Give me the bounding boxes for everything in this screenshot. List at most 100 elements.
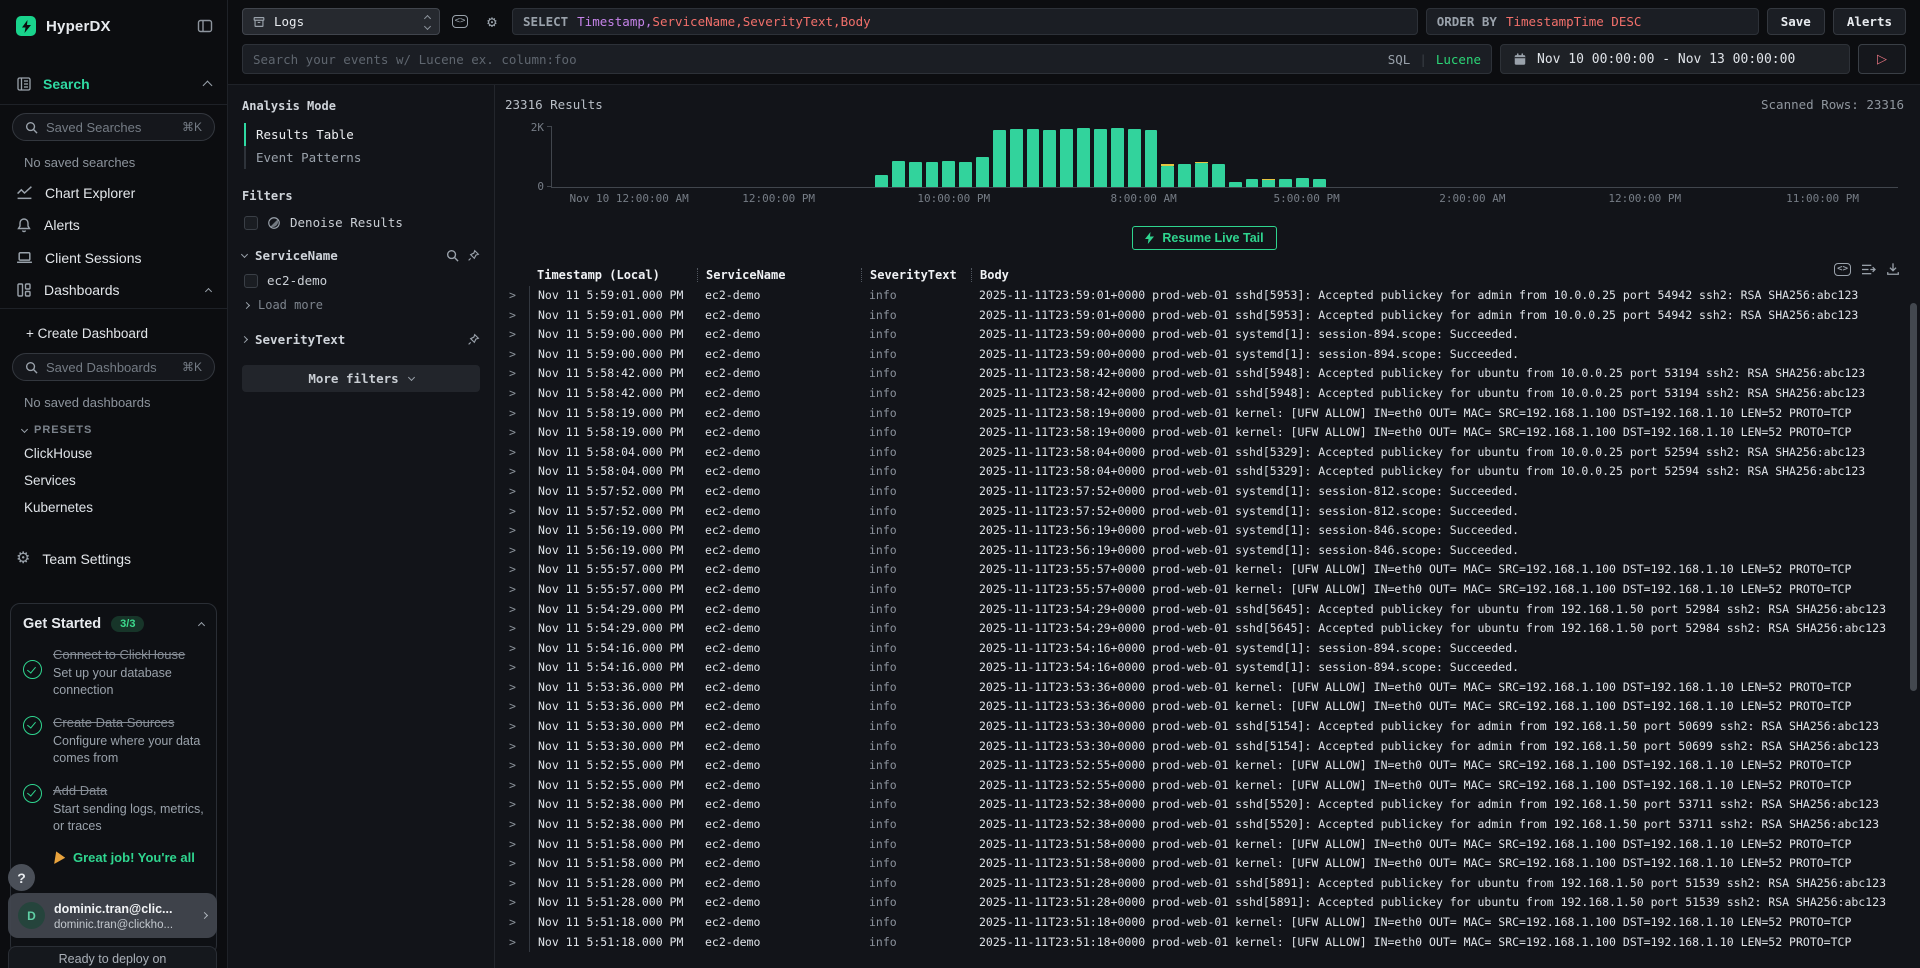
table-row[interactable]: >Nov 11 5:56:19.000 PMec2-demoinfo2025-1… <box>503 521 1906 541</box>
row-expand-icon[interactable]: > <box>503 364 529 384</box>
chart-bar[interactable] <box>1279 179 1292 187</box>
row-expand-icon[interactable]: > <box>503 286 529 306</box>
table-row[interactable]: >Nov 11 5:58:04.000 PMec2-demoinfo2025-1… <box>503 443 1906 463</box>
chart-bar[interactable] <box>1246 179 1259 187</box>
download-icon[interactable] <box>1886 262 1900 276</box>
row-expand-icon[interactable]: > <box>503 541 529 561</box>
sidebar-item-team-settings[interactable]: ⚙ Team Settings <box>0 543 227 575</box>
sidebar-item-chart-explorer[interactable]: Chart Explorer <box>0 176 227 209</box>
row-expand-icon[interactable]: > <box>503 717 529 737</box>
table-row[interactable]: >Nov 11 5:51:28.000 PMec2-demoinfo2025-1… <box>503 893 1906 913</box>
table-row[interactable]: >Nov 11 5:59:01.000 PMec2-demoinfo2025-1… <box>503 306 1906 326</box>
chart-bar[interactable] <box>1027 129 1040 187</box>
row-expand-icon[interactable]: > <box>503 658 529 678</box>
table-row[interactable]: >Nov 11 5:54:29.000 PMec2-demoinfo2025-1… <box>503 619 1906 639</box>
row-expand-icon[interactable]: > <box>503 423 529 443</box>
orderby-input[interactable]: ORDER BY TimestampTime DESC <box>1426 8 1759 35</box>
sidebar-item-alerts[interactable]: Alerts <box>0 209 227 241</box>
sidebar-item-services[interactable]: Services <box>0 467 227 494</box>
table-row[interactable]: >Nov 11 5:54:16.000 PMec2-demoinfo2025-1… <box>503 639 1906 659</box>
chart-bar[interactable] <box>976 157 989 188</box>
chart-bar[interactable] <box>1077 128 1090 187</box>
table-row[interactable]: >Nov 11 5:58:19.000 PMec2-demoinfo2025-1… <box>503 423 1906 443</box>
row-expand-icon[interactable]: > <box>503 404 529 424</box>
row-expand-icon[interactable]: > <box>503 913 529 933</box>
date-range-picker[interactable]: Nov 10 00:00:00 - Nov 13 00:00:00 <box>1500 44 1850 74</box>
chart-bar[interactable] <box>1313 179 1326 187</box>
table-row[interactable]: >Nov 11 5:57:52.000 PMec2-demoinfo2025-1… <box>503 502 1906 522</box>
column-header-servicename[interactable]: ServiceName <box>697 268 861 282</box>
search-input[interactable] <box>253 52 1380 67</box>
chart-bar[interactable] <box>1010 129 1023 187</box>
chart-bar[interactable] <box>892 161 905 187</box>
denoise-filter[interactable]: Denoise Results <box>244 215 480 230</box>
table-row[interactable]: >Nov 11 5:58:42.000 PMec2-demoinfo2025-1… <box>503 364 1906 384</box>
saved-dashboards-input[interactable]: Saved Dashboards ⌘K <box>12 353 215 381</box>
get-started-item[interactable]: Add Data Start sending logs, metrics, or… <box>23 782 204 836</box>
sidebar-item-clickhouse[interactable]: ClickHouse <box>0 440 227 467</box>
row-expand-icon[interactable]: > <box>503 835 529 855</box>
row-expand-icon[interactable]: > <box>503 482 529 502</box>
chart-bar[interactable] <box>1262 179 1275 187</box>
edit-sql-button[interactable]: <> <box>448 8 472 35</box>
chart-bar[interactable] <box>926 162 939 187</box>
row-expand-icon[interactable]: > <box>503 619 529 639</box>
table-row[interactable]: >Nov 11 5:58:42.000 PMec2-demoinfo2025-1… <box>503 384 1906 404</box>
table-row[interactable]: >Nov 11 5:51:18.000 PMec2-demoinfo2025-1… <box>503 933 1906 953</box>
table-row[interactable]: >Nov 11 5:52:38.000 PMec2-demoinfo2025-1… <box>503 795 1906 815</box>
service-filter-value[interactable]: ec2-demo <box>244 273 480 288</box>
sidebar-item-client-sessions[interactable]: Client Sessions <box>0 241 227 274</box>
row-expand-icon[interactable]: > <box>503 815 529 835</box>
sql-toggle[interactable]: SQL <box>1388 52 1411 67</box>
event-search-box[interactable]: SQL | Lucene <box>242 44 1492 74</box>
row-expand-icon[interactable]: > <box>503 580 529 600</box>
lucene-toggle[interactable]: Lucene <box>1436 52 1481 67</box>
row-expand-icon[interactable]: > <box>503 893 529 913</box>
table-row[interactable]: >Nov 11 5:54:29.000 PMec2-demoinfo2025-1… <box>503 600 1906 620</box>
servicename-filter-group[interactable]: ServiceName <box>242 248 480 263</box>
row-expand-icon[interactable]: > <box>503 345 529 365</box>
chart-bar[interactable] <box>1145 130 1158 187</box>
table-row[interactable]: >Nov 11 5:54:16.000 PMec2-demoinfo2025-1… <box>503 658 1906 678</box>
chart-bar[interactable] <box>942 161 955 187</box>
table-row[interactable]: >Nov 11 5:52:38.000 PMec2-demoinfo2025-1… <box>503 815 1906 835</box>
column-header-timestamp[interactable]: Timestamp (Local) <box>529 268 697 282</box>
table-row[interactable]: >Nov 11 5:51:58.000 PMec2-demoinfo2025-1… <box>503 854 1906 874</box>
search-icon[interactable] <box>446 249 459 262</box>
chart-bar[interactable] <box>1229 182 1242 187</box>
table-row[interactable]: >Nov 11 5:59:00.000 PMec2-demoinfo2025-1… <box>503 345 1906 365</box>
chart-bar[interactable] <box>909 162 922 187</box>
more-filters-button[interactable]: More filters <box>242 365 480 392</box>
chart-bar[interactable] <box>1296 178 1309 187</box>
source-settings-button[interactable]: ⚙ <box>480 8 504 35</box>
create-dashboard-button[interactable]: + Create Dashboard <box>0 317 227 347</box>
sidebar-collapse-icon[interactable] <box>197 18 213 34</box>
presets-toggle[interactable]: PRESETS <box>0 416 227 440</box>
chart-bar[interactable] <box>875 175 888 187</box>
chart-bar[interactable] <box>1111 128 1124 187</box>
chart-bar[interactable] <box>1161 166 1174 187</box>
table-row[interactable]: >Nov 11 5:53:36.000 PMec2-demoinfo2025-1… <box>503 678 1906 698</box>
source-select[interactable]: Logs <box>242 8 440 35</box>
pin-icon[interactable] <box>467 249 480 262</box>
sidebar-item-search[interactable]: Search <box>0 66 227 102</box>
mode-results-table[interactable]: Results Table <box>244 123 480 146</box>
row-expand-icon[interactable]: > <box>503 384 529 404</box>
row-expand-icon[interactable]: > <box>503 933 529 953</box>
chart-bar[interactable] <box>1043 130 1056 187</box>
row-expand-icon[interactable]: > <box>503 502 529 522</box>
mode-event-patterns[interactable]: Event Patterns <box>244 146 480 169</box>
row-expand-icon[interactable]: > <box>503 737 529 757</box>
pin-icon[interactable] <box>467 333 480 346</box>
table-row[interactable]: >Nov 11 5:58:04.000 PMec2-demoinfo2025-1… <box>503 462 1906 482</box>
row-expand-icon[interactable]: > <box>503 521 529 541</box>
row-expand-icon[interactable]: > <box>503 795 529 815</box>
column-header-severitytext[interactable]: SeverityText <box>861 268 971 282</box>
table-row[interactable]: >Nov 11 5:53:36.000 PMec2-demoinfo2025-1… <box>503 697 1906 717</box>
table-row[interactable]: >Nov 11 5:51:28.000 PMec2-demoinfo2025-1… <box>503 874 1906 894</box>
chart-bar[interactable] <box>1094 129 1107 187</box>
help-button[interactable]: ? <box>8 864 35 891</box>
sidebar-item-kubernetes[interactable]: Kubernetes <box>0 494 227 521</box>
table-row[interactable]: >Nov 11 5:51:58.000 PMec2-demoinfo2025-1… <box>503 835 1906 855</box>
table-row[interactable]: >Nov 11 5:58:19.000 PMec2-demoinfo2025-1… <box>503 404 1906 424</box>
